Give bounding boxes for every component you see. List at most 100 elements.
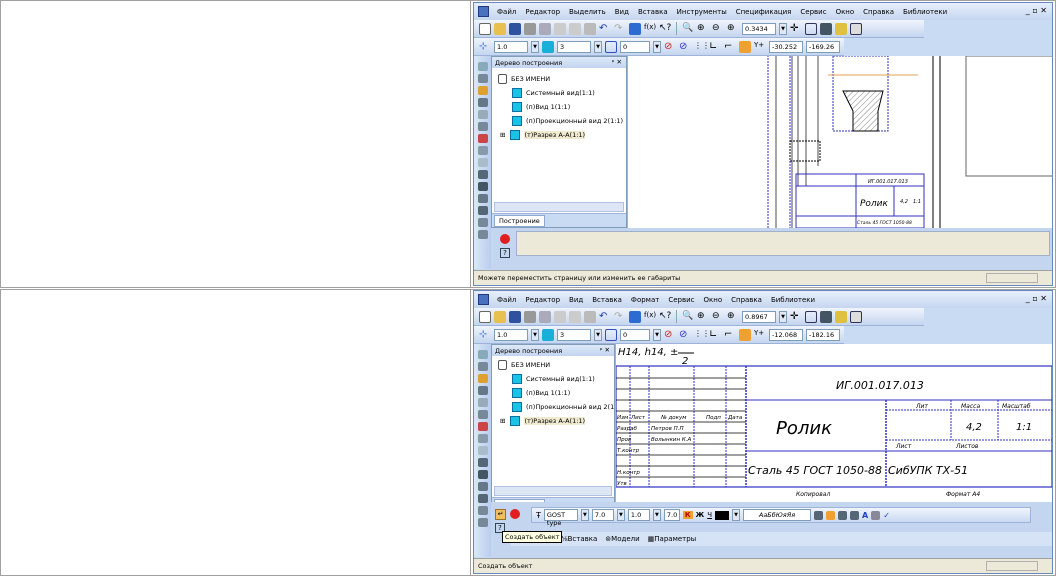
stop-icon[interactable] — [510, 509, 520, 519]
manager-icon[interactable] — [629, 310, 641, 323]
panel-icon[interactable] — [850, 22, 862, 35]
position-icon[interactable] — [477, 230, 488, 239]
undo-icon[interactable]: ↶ — [599, 311, 611, 323]
roughness-icon[interactable] — [477, 482, 488, 491]
round-icon[interactable] — [739, 328, 751, 341]
tab-models[interactable]: ⊚Модели — [605, 535, 639, 543]
tab-parameters[interactable]: ▦Параметры — [648, 535, 697, 543]
spellcheck-icon[interactable]: ✓ — [883, 511, 890, 520]
drawing-canvas[interactable]: Н14, h14, ± 2 ИГ.001.017.013 Лит Масса М… — [615, 344, 1052, 502]
tree-item[interactable]: (п)Проекционный вид 2(1:1) — [512, 402, 623, 412]
zoom-dropdown[interactable]: ▼ — [779, 310, 787, 323]
layer-dropdown[interactable]: ▼ — [653, 40, 661, 53]
menu-format[interactable]: Формат — [631, 296, 659, 304]
height-field[interactable]: 7.0 — [591, 509, 614, 521]
geometry-icon[interactable] — [477, 62, 488, 71]
menu-edit[interactable]: Редактор — [525, 296, 560, 304]
ortho-icon[interactable]: ⌐ — [724, 329, 736, 341]
pan-icon[interactable]: ✛ — [790, 311, 802, 323]
grid-icon[interactable]: ⋮⋮ — [694, 329, 710, 341]
drawing-canvas[interactable]: ИГ.001.017.013 Ролик Сталь 45 ГОСТ 1050-… — [627, 53, 1052, 231]
tree-item[interactable]: (п)Вид 1(1:1) — [512, 102, 570, 112]
tab-insert[interactable]: ⅍Вставка — [561, 535, 597, 543]
snap-icon[interactable]: ⊘ — [664, 329, 676, 341]
font-field[interactable]: GOST type — [543, 509, 578, 527]
zoom-scale-icon[interactable]: ⊕ — [727, 311, 739, 323]
paste-icon[interactable] — [584, 310, 596, 323]
zoom-scale-icon[interactable]: ⊕ — [727, 23, 739, 35]
italic-button[interactable]: К — [682, 511, 693, 519]
justify-icon[interactable] — [850, 510, 860, 520]
height-dropdown[interactable]: ▼ — [616, 509, 625, 521]
menu-file[interactable]: Файл — [497, 296, 516, 304]
align-left-icon[interactable] — [814, 510, 824, 520]
underline-button[interactable]: Ч — [707, 511, 712, 519]
zoom-window-icon[interactable]: 🔍 — [682, 311, 694, 323]
geometry-icon[interactable] — [477, 350, 488, 359]
tree-item[interactable]: (п)Проекционный вид 2(1:1) — [512, 116, 623, 126]
assoc-views-icon[interactable] — [477, 146, 488, 155]
create-object-icon[interactable]: ↵ — [495, 509, 506, 520]
menu-service[interactable]: Сервис — [800, 8, 826, 16]
spec-icon[interactable] — [477, 446, 488, 455]
parametrize-icon[interactable] — [477, 110, 488, 119]
edit-icon[interactable] — [477, 98, 488, 107]
expand-icon[interactable]: ⊞ — [500, 417, 505, 425]
menu-service[interactable]: Сервис — [668, 296, 694, 304]
open-icon[interactable] — [494, 22, 506, 35]
spec-icon[interactable] — [477, 158, 488, 167]
window-controls[interactable]: _ ▫ ✕ — [1026, 294, 1047, 303]
show-all-icon[interactable] — [805, 22, 817, 35]
layer-dropdown[interactable]: ▼ — [653, 328, 661, 341]
snap-icon[interactable]: ⊘ — [664, 41, 676, 53]
horizontal-scrollbar[interactable] — [494, 486, 612, 496]
local-cs-icon[interactable]: ∟ — [709, 329, 721, 341]
zoom-out-icon[interactable]: ⊖ — [712, 311, 724, 323]
round-icon[interactable] — [739, 40, 751, 53]
help-icon[interactable]: ? — [500, 248, 510, 258]
menu-file[interactable]: Файл — [497, 8, 516, 16]
local-snap-icon[interactable]: ⊘ — [679, 329, 691, 341]
text-icon[interactable] — [477, 170, 488, 179]
tree-item[interactable]: Системный вид(1:1) — [512, 88, 595, 98]
table-icon[interactable] — [477, 470, 488, 479]
pan-icon[interactable]: ✛ — [790, 23, 802, 35]
redo-icon[interactable]: ↷ — [614, 23, 626, 35]
position-icon[interactable] — [477, 518, 488, 527]
width-field[interactable]: 1.0 — [627, 509, 650, 521]
view-dropdown[interactable]: ▼ — [594, 40, 602, 53]
stop-icon[interactable] — [500, 234, 510, 244]
symbols-icon[interactable] — [477, 86, 488, 95]
view-field[interactable]: 3 — [557, 328, 591, 341]
measure-icon[interactable] — [477, 122, 488, 131]
menu-edit[interactable]: Редактор — [525, 8, 560, 16]
text-icon[interactable] — [477, 458, 488, 467]
print-icon[interactable] — [524, 22, 536, 35]
copy-icon[interactable] — [569, 310, 581, 323]
align-center-icon[interactable] — [826, 510, 836, 520]
text-style-icon[interactable]: A — [862, 511, 868, 520]
base-icon[interactable] — [477, 494, 488, 503]
window-controls[interactable]: _ ▫ ✕ — [1026, 6, 1047, 15]
menu-insert[interactable]: Вставка — [592, 296, 622, 304]
assoc-views-icon[interactable] — [477, 434, 488, 443]
zoom-out-icon[interactable]: ⊖ — [712, 23, 724, 35]
bold-button[interactable]: Ж — [696, 511, 705, 519]
zoom-field[interactable]: 0.3434 — [742, 22, 776, 35]
step-dropdown[interactable]: ▼ — [531, 40, 539, 53]
grid-icon[interactable]: ⋮⋮ — [694, 41, 710, 53]
cut-icon[interactable] — [554, 310, 566, 323]
save-icon[interactable] — [509, 22, 521, 35]
help-pointer-icon[interactable]: ↖? — [659, 23, 671, 35]
parametrize-icon[interactable] — [477, 398, 488, 407]
tree-item-selected[interactable]: ⊞ (т)Разрез А-А(1:1) — [500, 130, 586, 140]
menu-insert[interactable]: Вставка — [638, 8, 668, 16]
expand-icon[interactable]: ⊞ — [500, 131, 505, 139]
new-icon[interactable] — [479, 310, 491, 323]
local-snap-icon[interactable]: ⊘ — [679, 41, 691, 53]
layer-field[interactable]: 0 — [620, 40, 650, 53]
view-dropdown[interactable]: ▼ — [594, 328, 602, 341]
show-all-icon[interactable] — [805, 310, 817, 323]
redo-icon[interactable]: ↷ — [614, 311, 626, 323]
layer-field[interactable]: 0 — [620, 328, 650, 341]
